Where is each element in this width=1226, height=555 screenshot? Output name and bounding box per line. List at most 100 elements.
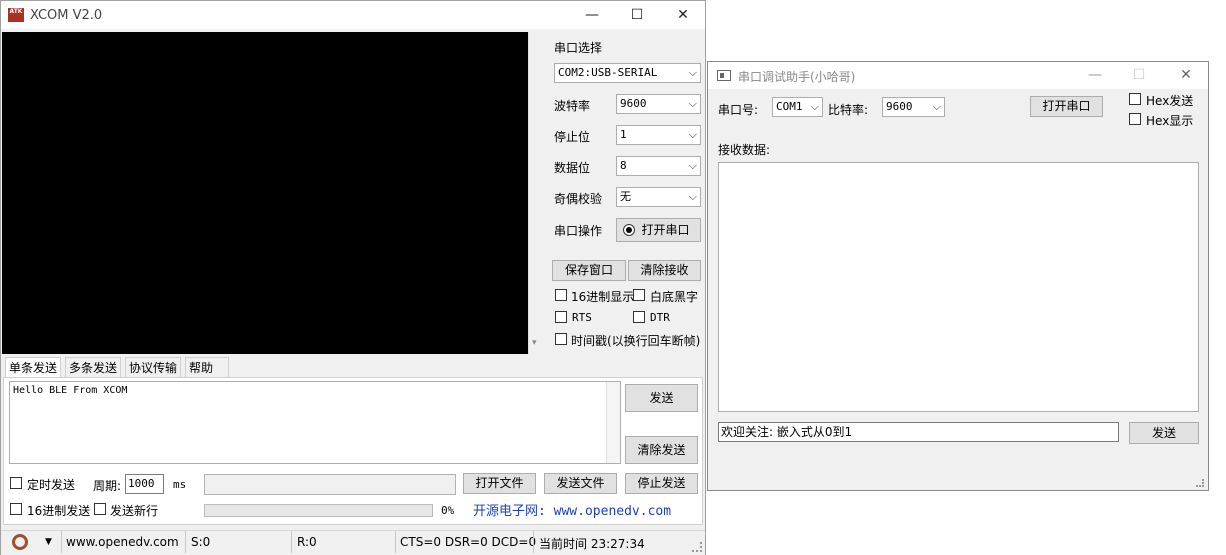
dropdown-arrow-icon[interactable]: ▼ [45,537,52,547]
minimize-button[interactable]: — [1072,62,1118,89]
progress-percent: 0% [441,504,455,517]
tab-multi-send[interactable]: 多条发送 [65,357,122,377]
radio-on-icon [623,224,635,236]
databit-select-value: 8 [620,159,627,172]
status-sent-count: S:0 [191,535,211,549]
rts-label: RTS [572,311,592,324]
databit-label: 数据位 [554,161,591,175]
status-lines: CTS=0 DSR=0 DCD=0 [400,535,537,549]
receive-scrollbar[interactable]: ▾ [528,32,544,354]
send-file-button[interactable]: 发送文件 [544,473,617,494]
hex-display-checkbox[interactable] [555,289,567,301]
period-value: 1000 [128,477,155,490]
helper-send-input[interactable]: 欢迎关注: 嵌入式从0到1 [718,422,1119,442]
stopbit-select-value: 1 [620,128,627,141]
timestamp-checkbox[interactable] [555,333,567,345]
dtr-label: DTR [650,311,670,324]
minimize-button[interactable]: — [569,1,615,29]
save-window-button[interactable]: 保存窗口 [552,260,626,281]
helper-window: 串口调试助手(小哈哥) — ☐ ✕ 串口号: COM1 ⌵ 比特率: 9600 ⌵ … [707,61,1209,491]
chevron-down-icon: ⌵ [688,66,697,79]
chevron-down-icon: ⌵ [688,128,697,141]
helper-baud-select[interactable]: 9600 ⌵ [882,97,945,117]
send-scrollbar[interactable] [606,382,620,463]
status-time: 当前时间 23:27:34 [539,537,645,551]
chevron-down-icon: ⌵ [688,97,697,110]
tab-help[interactable]: 帮助 [185,357,229,377]
clear-receive-button[interactable]: 清除接收 [628,260,701,281]
white-black-label: 白底黑字 [650,290,699,304]
open-port-button[interactable]: 打开串口 [616,218,701,242]
resize-grip-icon[interactable] [692,542,702,552]
settings-gear-icon[interactable] [12,534,28,550]
close-button[interactable]: ✕ [660,1,706,29]
port-label: 串口号: [718,103,759,117]
send-text: Hello BLE From XCOM [13,385,128,396]
timestamp-label: 时间戳(以换行回车断帧) [571,334,701,348]
status-url[interactable]: www.openedv.com [66,535,179,549]
ms-label: ms [173,478,187,491]
promo-link[interactable]: 开源电子网: www.openedv.com [473,500,671,519]
xcom-title: XCOM V2.0 [30,8,103,23]
databit-select[interactable]: 8 ⌵ [616,156,701,176]
send-textarea[interactable]: Hello BLE From XCOM [9,381,621,464]
helper-hex-send-checkbox[interactable] [1129,93,1141,105]
helper-send-button[interactable]: 发送 [1129,422,1199,444]
helper-send-input-value: 欢迎关注: 嵌入式从0到1 [721,425,853,439]
parity-select[interactable]: 无 ⌵ [616,187,701,207]
scroll-down-icon[interactable]: ▾ [532,338,537,348]
chevron-down-icon: ⌵ [932,100,941,113]
hex-display-label: 16进制显示 [571,290,635,304]
xcom-titlebar[interactable]: ATK XCOM V2.0 — ☐ ✕ [1,1,705,29]
status-recv-count: R:0 [297,535,317,549]
helper-open-port-button[interactable]: 打开串口 [1030,96,1103,117]
maximize-button[interactable]: ☐ [614,1,660,29]
period-input[interactable]: 1000 [125,474,164,494]
rts-checkbox[interactable] [555,311,567,323]
helper-receive-area[interactable] [718,162,1199,412]
helper-hex-send-label: Hex发送 [1146,94,1194,108]
serial-select-label: 串口选择 [554,41,603,55]
send-newline-checkbox[interactable] [94,503,106,515]
parity-label: 奇偶校验 [554,192,603,206]
dtr-checkbox[interactable] [633,311,645,323]
file-path-input[interactable] [204,474,456,495]
open-port-label: 打开串口 [641,223,690,237]
parity-select-value: 无 [620,190,631,203]
helper-title: 串口调试助手(小哈哥) [738,70,856,84]
xcom-logo-icon: ATK [8,8,24,22]
chevron-down-icon: ⌵ [688,190,697,203]
baud-select[interactable]: 9600 ⌵ [616,94,701,114]
close-button[interactable]: ✕ [1163,62,1209,89]
helper-hex-display-checkbox[interactable] [1129,113,1141,125]
maximize-button[interactable]: ☐ [1116,62,1162,89]
serial-op-label: 串口操作 [554,224,603,238]
helper-titlebar[interactable]: 串口调试助手(小哈哥) — ☐ ✕ [708,62,1208,89]
baud-select-value: 9600 [620,97,647,110]
clear-send-button[interactable]: 清除发送 [625,436,698,464]
app-window-icon [717,70,731,81]
helper-baud-value: 9600 [886,100,913,113]
progress-bar [204,504,433,517]
tab-single-send[interactable]: 单条发送 [5,357,62,377]
baud-label: 波特率 [554,99,591,113]
stopbit-select[interactable]: 1 ⌵ [616,125,701,145]
open-file-button[interactable]: 打开文件 [463,473,536,494]
receive-area[interactable] [2,32,528,354]
hex-send-label: 16进制发送 [27,504,91,518]
port-select-value: COM2:USB-SERIAL [558,66,658,79]
hex-send-checkbox[interactable] [10,503,22,515]
port-select[interactable]: COM2:USB-SERIAL ⌵ [554,63,701,83]
send-newline-label: 发送新行 [110,504,159,518]
xcom-window: ATK XCOM V2.0 — ☐ ✕ ▾ 串口选择 COM2:USB-SERI… [0,0,706,555]
timed-send-checkbox[interactable] [10,477,22,489]
helper-port-select[interactable]: COM1 ⌵ [772,97,823,117]
recv-label: 接收数据: [718,143,771,157]
stop-send-button[interactable]: 停止发送 [625,473,698,494]
tab-protocol[interactable]: 协议传输 [125,357,182,377]
helper-hex-display-label: Hex显示 [1146,114,1194,128]
stopbit-label: 停止位 [554,130,591,144]
white-black-checkbox[interactable] [633,289,645,301]
send-button[interactable]: 发送 [625,384,698,412]
resize-grip-icon[interactable] [1196,479,1204,487]
